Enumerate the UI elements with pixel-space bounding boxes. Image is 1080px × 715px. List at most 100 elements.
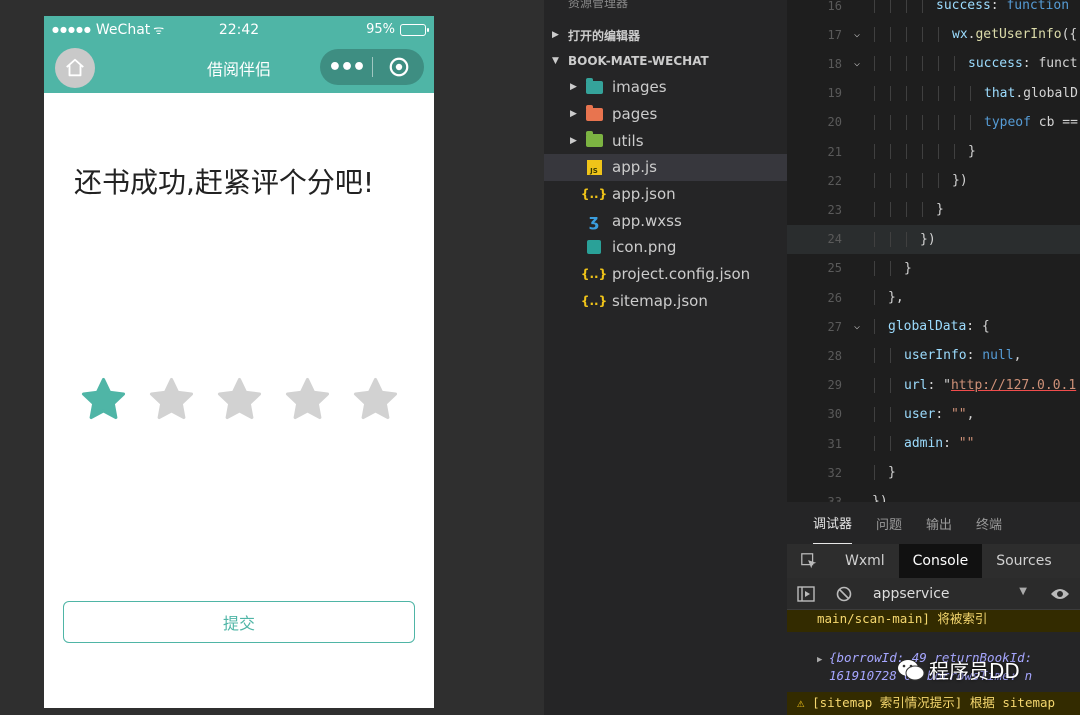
code-line[interactable]: 33})	[787, 487, 1080, 502]
live-expression-button[interactable]	[1041, 587, 1079, 601]
clear-console-button[interactable]	[825, 586, 863, 602]
code-text: }	[872, 465, 896, 481]
home-button[interactable]	[55, 48, 95, 88]
file-app-wxss[interactable]: ʒ app.wxss	[544, 207, 787, 234]
line-number: 28	[827, 348, 842, 363]
code-line[interactable]: 25}	[787, 254, 1080, 283]
code-line[interactable]: 20 typeof cb ==	[787, 108, 1080, 137]
dropdown-arrow-icon: ▼	[1019, 585, 1027, 597]
signal-icon: ●●●●●	[52, 25, 92, 34]
line-number: 26	[827, 290, 842, 305]
fold-chevron-icon[interactable]: ⌵	[842, 58, 872, 69]
console-output: main/scan-main] 将被索引 ▶ {borrowId: 49 ret…	[787, 610, 1080, 715]
line-number: 30	[827, 407, 842, 422]
file-app-json[interactable]: {..} app.json	[544, 181, 787, 208]
battery-status: 95%	[366, 22, 429, 37]
code-line[interactable]: 27 ⌵ globalData: {	[787, 312, 1080, 341]
code-line[interactable]: 17 ⌵ wx.getUserInfo({	[787, 20, 1080, 49]
code-editor[interactable]: 16 success: function 17 ⌵ wx.getUserInfo({18…	[787, 0, 1080, 502]
code-line[interactable]: 23}	[787, 195, 1080, 224]
code-text: success: function	[872, 0, 1069, 14]
folder-images[interactable]: ▶ images	[544, 74, 787, 101]
debug-tab-0[interactable]: 调试器	[813, 502, 853, 544]
project-section[interactable]: ▼ BOOK-MATE-WECHAT	[544, 48, 787, 74]
debug-tab-1[interactable]: 问题	[876, 502, 902, 544]
debug-panel: 调试器 问题 输出 终端 Wxml Console Sources appservice …	[787, 502, 1080, 715]
open-editors-label: 打开的编辑器	[568, 28, 641, 43]
line-number: 16	[827, 0, 842, 13]
file-app-js[interactable]: JS app.js	[544, 154, 787, 181]
project-name: BOOK-MATE-WECHAT	[568, 54, 709, 68]
code-line[interactable]: 18 ⌵ success: funct	[787, 49, 1080, 78]
code-line[interactable]: 26},	[787, 283, 1080, 312]
devtools-tabs: Wxml Console Sources	[787, 544, 1080, 578]
file-name: app.json	[612, 185, 676, 204]
folder-pages[interactable]: ▶ pages	[544, 101, 787, 128]
line-number: 31	[827, 436, 842, 451]
file-name: icon.png	[612, 238, 677, 257]
code-text: }	[872, 144, 976, 160]
json-icon: {..}	[580, 187, 608, 202]
code-line[interactable]: 30 user: "",	[787, 400, 1080, 429]
json-icon: {..}	[580, 267, 608, 282]
line-number: 33	[827, 494, 842, 502]
carrier-name: WeChat	[95, 21, 151, 38]
close-mini-program-button[interactable]	[373, 49, 424, 85]
chevron-right-icon: ▶	[570, 135, 577, 146]
star-icon-2[interactable]	[148, 376, 195, 423]
code-line[interactable]: 32}	[787, 458, 1080, 487]
console-toolbar: appservice ▼	[787, 578, 1080, 610]
devtools-tab-console[interactable]: Console	[898, 544, 983, 578]
console-warning: main/scan-main] 将被索引	[787, 610, 1080, 632]
file-icon-png[interactable]: icon.png	[544, 234, 787, 261]
css-icon: ʒ	[588, 211, 600, 231]
folder-name: pages	[612, 105, 658, 124]
chevron-down-icon: ▼	[552, 56, 559, 66]
battery-percent: 95%	[366, 22, 395, 37]
inspect-button[interactable]	[787, 544, 831, 578]
code-text: wx.getUserInfo({	[872, 27, 1077, 43]
star-icon-1[interactable]	[80, 376, 127, 423]
code-line[interactable]: 31 admin: ""	[787, 429, 1080, 458]
code-line[interactable]: 21}	[787, 137, 1080, 166]
devtools-tab-sources[interactable]: Sources	[982, 544, 1065, 578]
code-line[interactable]: 22})	[787, 166, 1080, 195]
code-line[interactable]: 29 url: "http://127.0.0.1	[787, 371, 1080, 400]
fold-chevron-icon[interactable]: ⌵	[842, 321, 872, 332]
star-icon-4[interactable]	[284, 376, 331, 423]
chevron-right-icon: ▶	[570, 109, 577, 120]
code-line[interactable]: 19 that.globalD	[787, 79, 1080, 108]
star-icon-5[interactable]	[352, 376, 399, 423]
more-button[interactable]: •••	[320, 49, 372, 85]
context-selector[interactable]: appservice ▼	[873, 586, 1033, 602]
chevron-right-icon: ▶	[570, 82, 577, 93]
code-line[interactable]: 28 userInfo: null,	[787, 341, 1080, 370]
star-icon-3[interactable]	[216, 376, 263, 423]
line-number: 29	[827, 378, 842, 393]
debug-tab-2[interactable]: 输出	[926, 502, 952, 544]
nav-bar: 借阅伴侣 •••	[44, 43, 434, 93]
line-number: 18	[827, 56, 842, 71]
expand-arrow-icon[interactable]: ▶	[817, 655, 822, 665]
code-line[interactable]: 24})	[787, 224, 1080, 254]
json-icon: {..}	[580, 293, 608, 308]
file-project-config-json[interactable]: {..} project.config.json	[544, 261, 787, 288]
line-number: 21	[827, 144, 842, 159]
toggle-sidebar-button[interactable]	[787, 585, 825, 602]
fold-chevron-icon[interactable]: ⌵	[842, 29, 872, 40]
open-editors-section[interactable]: ▶ 打开的编辑器	[544, 22, 787, 48]
file-sitemap-json[interactable]: {..} sitemap.json	[544, 288, 787, 315]
js-icon: JS	[584, 159, 604, 175]
debug-tab-3[interactable]: 终端	[976, 502, 1002, 544]
line-number: 23	[827, 202, 842, 217]
file-name: app.wxss	[612, 211, 682, 230]
cursor-inspect-icon	[801, 553, 817, 569]
folder-utils[interactable]: ▶ utils	[544, 127, 787, 154]
devtools-tab-wxml[interactable]: Wxml	[831, 544, 899, 578]
chevron-right-icon: ▶	[552, 30, 559, 40]
watermark: 程序员DD	[897, 655, 1020, 684]
line-number: 25	[827, 261, 842, 276]
submit-button[interactable]: 提交	[63, 601, 415, 643]
code-line[interactable]: 16 success: function	[787, 0, 1080, 20]
context-value: appservice	[873, 585, 950, 602]
